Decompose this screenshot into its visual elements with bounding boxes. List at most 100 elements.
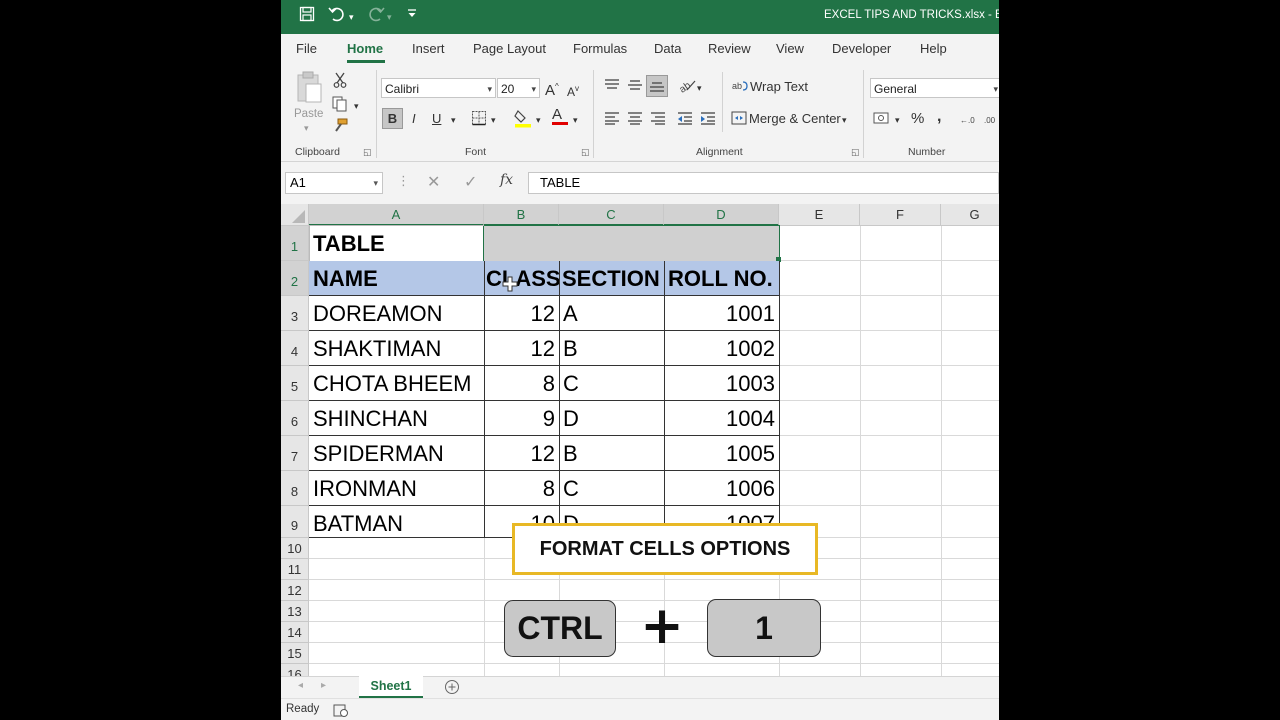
decrease-decimal-icon[interactable]: .00 bbox=[984, 111, 999, 132]
cell-section[interactable]: B bbox=[559, 331, 664, 366]
row-header-2[interactable]: 2 bbox=[281, 261, 309, 296]
sheet-tab-sheet1[interactable]: Sheet1 bbox=[359, 676, 423, 698]
number-format-select[interactable]: General ▾ bbox=[870, 78, 999, 98]
cancel-entry-icon[interactable]: ✕ bbox=[427, 172, 440, 191]
cell-section[interactable]: A bbox=[559, 296, 664, 331]
increase-font-size-icon[interactable]: A^ bbox=[545, 78, 559, 100]
font-size-select[interactable]: 20 ▾ bbox=[497, 78, 540, 98]
alignment-launcher-icon[interactable]: ◱ bbox=[851, 148, 860, 158]
merge-center-button[interactable]: Merge & Center bbox=[749, 110, 841, 128]
decrease-indent-icon[interactable] bbox=[677, 111, 693, 130]
row-header-11[interactable]: 11 bbox=[281, 559, 309, 580]
header-section[interactable]: SECTION bbox=[559, 261, 664, 296]
tab-developer[interactable]: Developer bbox=[832, 41, 891, 56]
accounting-dropdown-icon[interactable]: ▾ bbox=[895, 111, 900, 129]
orientation-dropdown-icon[interactable]: ▾ bbox=[697, 79, 702, 97]
wrap-text-button[interactable]: Wrap Text bbox=[750, 78, 808, 96]
borders-icon[interactable] bbox=[471, 110, 487, 131]
column-header-f[interactable]: F bbox=[860, 204, 941, 226]
redo-dropdown-icon[interactable]: ▾ bbox=[387, 8, 392, 28]
cell-name[interactable]: IRONMAN bbox=[309, 471, 484, 506]
header-name[interactable]: NAME bbox=[309, 261, 484, 296]
cell-name[interactable]: BATMAN bbox=[309, 506, 484, 538]
underline-dropdown-icon[interactable]: ▾ bbox=[451, 111, 456, 129]
header-roll-no[interactable]: ROLL NO. bbox=[664, 261, 779, 296]
cell-class[interactable]: 12 bbox=[484, 436, 559, 471]
tab-file[interactable]: File bbox=[296, 41, 317, 56]
tab-insert[interactable]: Insert bbox=[412, 41, 445, 56]
accounting-format-icon[interactable] bbox=[873, 111, 891, 130]
tab-page-layout[interactable]: Page Layout bbox=[473, 41, 546, 56]
cell-name[interactable]: SHINCHAN bbox=[309, 401, 484, 436]
comma-style-icon[interactable]: , bbox=[937, 108, 941, 126]
redo-icon[interactable] bbox=[367, 6, 385, 27]
increase-indent-icon[interactable] bbox=[700, 111, 716, 130]
add-sheet-icon[interactable] bbox=[444, 679, 460, 699]
align-left-icon[interactable] bbox=[604, 111, 620, 130]
tab-review[interactable]: Review bbox=[708, 41, 751, 56]
column-header-c[interactable]: C bbox=[559, 204, 664, 226]
column-header-g[interactable]: G bbox=[941, 204, 999, 226]
cell-name[interactable]: CHOTA BHEEM bbox=[309, 366, 484, 401]
cell-roll-no[interactable]: 1003 bbox=[664, 366, 779, 401]
header-class[interactable]: CLASS bbox=[484, 261, 561, 296]
row-header-13[interactable]: 13 bbox=[281, 601, 309, 622]
row-header-1[interactable]: 1 bbox=[281, 226, 309, 261]
formula-input[interactable]: TABLE bbox=[528, 172, 999, 194]
format-painter-icon[interactable] bbox=[332, 118, 348, 139]
tab-formulas[interactable]: Formulas bbox=[573, 41, 627, 56]
confirm-entry-icon[interactable]: ✓ bbox=[464, 172, 477, 191]
paste-dropdown-icon[interactable]: ▾ bbox=[304, 119, 309, 137]
cell-name[interactable]: DOREAMON bbox=[309, 296, 484, 331]
row-header-14[interactable]: 14 bbox=[281, 622, 309, 643]
scroll-sheets-left-icon[interactable]: ◂ bbox=[298, 680, 303, 691]
cell-section[interactable]: B bbox=[559, 436, 664, 471]
name-box[interactable]: A1 ▾ bbox=[285, 172, 383, 194]
decrease-font-size-icon[interactable]: Av bbox=[567, 80, 579, 101]
cell-class[interactable]: 8 bbox=[484, 471, 559, 506]
row-header-16[interactable]: 16 bbox=[281, 664, 309, 676]
copy-dropdown-icon[interactable]: ▾ bbox=[354, 97, 359, 115]
row-header-12[interactable]: 12 bbox=[281, 580, 309, 601]
column-header-b[interactable]: B bbox=[484, 204, 559, 226]
borders-dropdown-icon[interactable]: ▾ bbox=[491, 111, 496, 129]
customize-toolbar-icon[interactable] bbox=[407, 7, 417, 27]
cell-roll-no[interactable]: 1002 bbox=[664, 331, 779, 366]
column-header-d[interactable]: D bbox=[664, 204, 779, 226]
font-name-select[interactable]: Calibri ▾ bbox=[381, 78, 496, 98]
tab-home[interactable]: Home bbox=[347, 41, 383, 56]
wrap-text-icon[interactable]: ab bbox=[732, 79, 748, 98]
insert-function-icon[interactable]: fx bbox=[500, 172, 513, 188]
row-header-6[interactable]: 6 bbox=[281, 401, 309, 436]
cut-icon[interactable] bbox=[333, 72, 347, 93]
select-all-corner[interactable] bbox=[281, 204, 309, 226]
row-header-3[interactable]: 3 bbox=[281, 296, 309, 331]
cell-name[interactable]: SPIDERMAN bbox=[309, 436, 484, 471]
cell-roll-no[interactable]: 1004 bbox=[664, 401, 779, 436]
align-bottom-icon[interactable] bbox=[646, 75, 668, 97]
cell-class[interactable]: 8 bbox=[484, 366, 559, 401]
cell-section[interactable]: C bbox=[559, 471, 664, 506]
align-center-icon[interactable] bbox=[627, 111, 643, 130]
scroll-sheets-right-icon[interactable]: ▸ bbox=[321, 680, 326, 691]
save-icon[interactable] bbox=[299, 6, 315, 27]
column-header-e[interactable]: E bbox=[779, 204, 860, 226]
row-header-15[interactable]: 15 bbox=[281, 643, 309, 664]
cell-roll-no[interactable]: 1006 bbox=[664, 471, 779, 506]
orientation-icon[interactable]: ab bbox=[677, 77, 697, 98]
row-header-9[interactable]: 9 bbox=[281, 506, 309, 538]
fill-color-icon[interactable] bbox=[514, 108, 532, 133]
bold-button[interactable]: B bbox=[382, 108, 403, 129]
accessibility-icon[interactable] bbox=[333, 703, 349, 720]
column-header-a[interactable]: A bbox=[309, 204, 484, 226]
undo-dropdown-icon[interactable]: ▾ bbox=[349, 8, 354, 28]
fill-color-dropdown-icon[interactable]: ▾ bbox=[536, 111, 541, 129]
tab-view[interactable]: View bbox=[776, 41, 804, 56]
italic-button[interactable]: I bbox=[412, 110, 416, 128]
merge-dropdown-icon[interactable]: ▾ bbox=[842, 111, 847, 129]
percent-style-icon[interactable]: % bbox=[911, 110, 924, 128]
cell-class[interactable]: 9 bbox=[484, 401, 559, 436]
align-top-icon[interactable] bbox=[604, 78, 620, 97]
row-header-8[interactable]: 8 bbox=[281, 471, 309, 506]
cell-roll-no[interactable]: 1005 bbox=[664, 436, 779, 471]
